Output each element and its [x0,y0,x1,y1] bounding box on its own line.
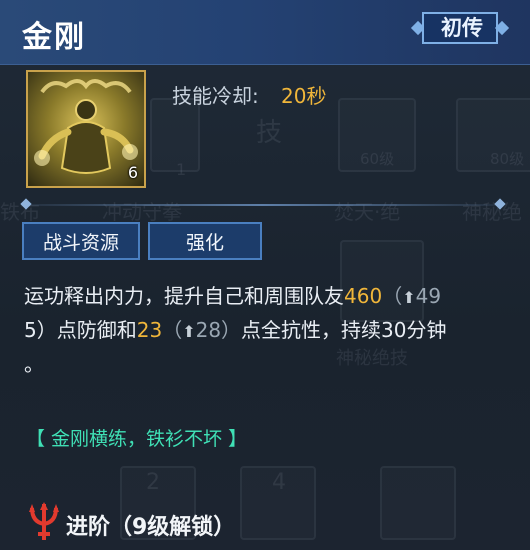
skill-level: 6 [127,163,138,182]
bg-skill-name: 神秘绝 [462,200,522,224]
cooldown-value: 20秒 [281,84,327,108]
desc-text: 点防御和 [56,318,137,342]
desc-value: 23 [136,318,163,342]
desc-text: 运功释出内力，提升自己和周围队友 [24,284,344,308]
desc-upgrade-value: 28 [195,318,222,342]
warrior-figure-icon [34,79,138,174]
desc-upgrade-value: 49 [415,284,442,308]
rank-box: 初传 [422,12,498,44]
bg-skill-char: 技 [256,118,283,148]
bg-skill-name: 焚天·绝 [334,200,401,224]
skill-title: 金刚 [22,20,86,55]
desc-text: 。 [24,352,44,376]
bg-skill-slot [380,466,456,540]
rank-badge: 初传 [410,12,510,46]
cooldown-label: 技能冷却: [172,84,259,108]
bg-slot-number: 2 [146,470,160,495]
bg-level-text: 80级 [490,150,525,168]
upgrade-arrow-icon: ⬆ [182,322,196,341]
divider [24,204,500,206]
bg-skill-name: 冲动守拳 [102,200,182,224]
tooltip-header: 金刚 初传 [0,0,530,65]
bg-skill-name: 铁布 [0,200,40,224]
trident-icon [24,500,64,542]
tag-enhance[interactable]: 强化 [148,222,262,260]
bg-skill-slot [150,98,200,172]
tag-combat-resource[interactable]: 战斗资源 [22,222,140,260]
advance-label[interactable]: 进阶（9级解锁） [66,509,235,541]
rank-label: 初传 [441,16,483,40]
desc-paren: ） [221,318,242,342]
skill-description: 运功释出内力，提升自己和周围队友460（⬆49 5）点防御和23（⬆28）点全抗… [24,280,514,381]
bg-slot-number: 1 [176,160,187,179]
desc-paren: （ [162,318,183,342]
warrior-portrait-icon: 6 [26,70,146,188]
flavor-quote: 【 金刚横练，铁衫不坏 】 [26,428,248,450]
desc-value: 460 [344,284,383,308]
upgrade-arrow-icon: ⬆ [402,288,416,307]
desc-text: 点全抗性，持续30分钟 [241,318,447,342]
skill-tooltip-panel: 技 60级 80级 铁布 冲动守拳 焚天·绝 神秘绝 神秘绝技 1 2 4 金刚… [0,0,530,550]
desc-paren: （ [382,284,403,308]
desc-paren: 5） [24,318,57,342]
bg-slot-number: 4 [272,470,286,495]
bg-level-text: 60级 [360,150,395,168]
